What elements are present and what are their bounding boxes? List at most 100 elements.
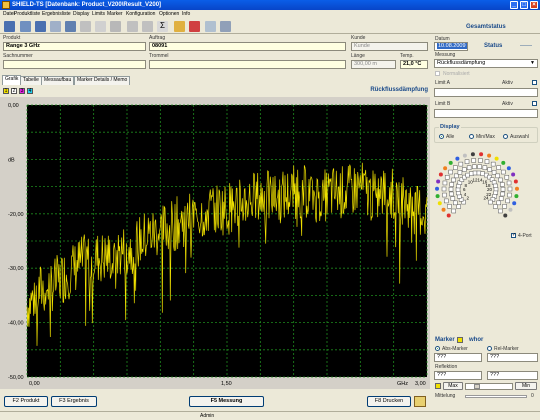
- limit-a-field[interactable]: [434, 88, 538, 97]
- sigma-icon[interactable]: Σ: [157, 21, 168, 32]
- port-checkbox[interactable]: [456, 204, 461, 209]
- port-checkbox[interactable]: [498, 208, 503, 214]
- menu-info[interactable]: Info: [182, 11, 190, 17]
- menu-ergebnisliste[interactable]: Ergebnisliste: [42, 11, 71, 17]
- limit-b-aktiv-checkbox[interactable]: [532, 101, 537, 106]
- page-icon[interactable]: [95, 21, 106, 32]
- list-icon[interactable]: [110, 21, 121, 32]
- tab-tabelle[interactable]: Tabelle: [20, 76, 42, 85]
- port-checkbox[interactable]: [496, 200, 501, 206]
- printer-icon[interactable]: [50, 21, 61, 32]
- f3-ergebnis-button[interactable]: F3 Ergebnis: [51, 396, 97, 407]
- close-button[interactable]: ×: [530, 1, 538, 9]
- maximize-button[interactable]: □: [520, 1, 528, 9]
- port-checkbox[interactable]: [464, 159, 470, 164]
- port-checkbox[interactable]: [453, 200, 458, 206]
- produkt-field[interactable]: Range 3 GHz: [3, 42, 146, 51]
- port-checkbox[interactable]: [441, 186, 447, 192]
- port-checkbox[interactable]: [447, 204, 452, 209]
- port-checkbox[interactable]: [505, 198, 510, 204]
- port-checkbox[interactable]: [451, 177, 456, 183]
- marker-icon[interactable]: [174, 21, 185, 32]
- slider-thumb[interactable]: [474, 384, 480, 389]
- auftrag-field[interactable]: 08091: [149, 42, 346, 51]
- sachnummer-field[interactable]: [3, 60, 146, 69]
- port-checkbox[interactable]: [442, 192, 447, 198]
- port-checkbox[interactable]: [493, 204, 498, 209]
- port-checkbox[interactable]: [462, 167, 467, 172]
- minimize-button[interactable]: _: [510, 1, 518, 9]
- result-icon[interactable]: [35, 21, 46, 32]
- port-checkbox[interactable]: [450, 196, 456, 201]
- display-minmax-radio[interactable]: [469, 134, 474, 139]
- rel-marker-value[interactable]: ???: [487, 353, 538, 362]
- display-auswahl-radio[interactable]: [503, 134, 508, 139]
- reflektion-rel-value[interactable]: ???: [487, 371, 538, 380]
- port-checkbox[interactable]: [498, 196, 504, 201]
- product-icon[interactable]: [20, 21, 31, 32]
- menu-konfiguration[interactable]: Konfiguration: [126, 11, 155, 17]
- tab-marker-details[interactable]: Marker Details / Memo: [74, 76, 131, 85]
- normalisiert-checkbox[interactable]: [435, 71, 440, 76]
- document-icon[interactable]: [142, 21, 153, 32]
- trace-3-button[interactable]: 3: [19, 88, 25, 94]
- menu-display[interactable]: Display: [73, 11, 89, 17]
- laenge-field[interactable]: 300,00 m: [351, 60, 396, 69]
- save-icon[interactable]: [65, 21, 76, 32]
- port-checkbox[interactable]: [442, 180, 448, 186]
- search-icon[interactable]: [205, 21, 216, 32]
- port-checkbox[interactable]: [478, 158, 483, 163]
- settings-icon[interactable]: [220, 21, 231, 32]
- port-checkbox[interactable]: [451, 208, 456, 214]
- reflektion-value[interactable]: ???: [434, 371, 482, 380]
- port-checkbox[interactable]: [457, 170, 463, 175]
- port-checkbox[interactable]: [466, 165, 472, 170]
- datum-field[interactable]: 10.08.2009: [434, 42, 468, 51]
- limit-a-aktiv-checkbox[interactable]: [532, 80, 537, 85]
- messung-select[interactable]: Rückflussdämpfung: [434, 59, 538, 68]
- port-checkbox[interactable]: [504, 174, 510, 180]
- marker-slider[interactable]: [465, 383, 513, 390]
- printer-icon[interactable]: [414, 396, 426, 407]
- port-checkbox[interactable]: [444, 174, 450, 180]
- f5-messung-button[interactable]: F5 Messung: [189, 396, 264, 407]
- port-checkbox[interactable]: [476, 170, 482, 176]
- abs-marker-value[interactable]: ???: [434, 353, 482, 362]
- min-button[interactable]: Min: [515, 382, 537, 390]
- port-checkbox[interactable]: [484, 159, 490, 164]
- port-checkbox[interactable]: [453, 165, 458, 170]
- display-alle-radio[interactable]: [439, 134, 444, 139]
- port-checkbox[interactable]: [458, 161, 464, 167]
- port-checkbox[interactable]: [496, 165, 501, 170]
- rel-marker-radio[interactable]: [487, 346, 492, 351]
- trace-2-button[interactable]: 2: [11, 88, 17, 94]
- trommel-field[interactable]: [149, 60, 346, 69]
- port-checkbox[interactable]: [507, 192, 512, 198]
- menu-datei[interactable]: Datei: [3, 11, 15, 17]
- port-checkbox[interactable]: [487, 167, 492, 172]
- tab-grafik[interactable]: Grafik: [2, 75, 22, 85]
- port-checkbox[interactable]: [477, 164, 482, 169]
- port-checkbox[interactable]: [449, 182, 454, 187]
- port-checkbox[interactable]: [471, 158, 476, 163]
- limit-b-field[interactable]: [434, 109, 538, 118]
- port-checkbox[interactable]: [488, 199, 493, 205]
- database-icon[interactable]: [4, 21, 15, 32]
- menu-marker[interactable]: Marker: [107, 11, 123, 17]
- port-checkbox[interactable]: [472, 170, 478, 176]
- kunde-field[interactable]: Kunde: [351, 42, 428, 51]
- port-checkbox[interactable]: [472, 164, 477, 169]
- copy-icon[interactable]: [80, 21, 91, 32]
- mittelung-slider[interactable]: [465, 395, 527, 398]
- play-icon[interactable]: [127, 21, 138, 32]
- four-port-checkbox[interactable]: ✓: [511, 233, 516, 238]
- max-button[interactable]: Max: [443, 382, 463, 390]
- port-checkbox[interactable]: [500, 182, 505, 187]
- port-checkbox[interactable]: [490, 161, 496, 167]
- port-checkbox[interactable]: [501, 169, 506, 175]
- port-checkbox[interactable]: [448, 186, 454, 192]
- port-checkbox[interactable]: [482, 165, 488, 170]
- abs-marker-radio[interactable]: [435, 346, 440, 351]
- tab-messaufbau[interactable]: Messaufbau: [41, 76, 75, 85]
- port-checkbox[interactable]: [469, 171, 474, 176]
